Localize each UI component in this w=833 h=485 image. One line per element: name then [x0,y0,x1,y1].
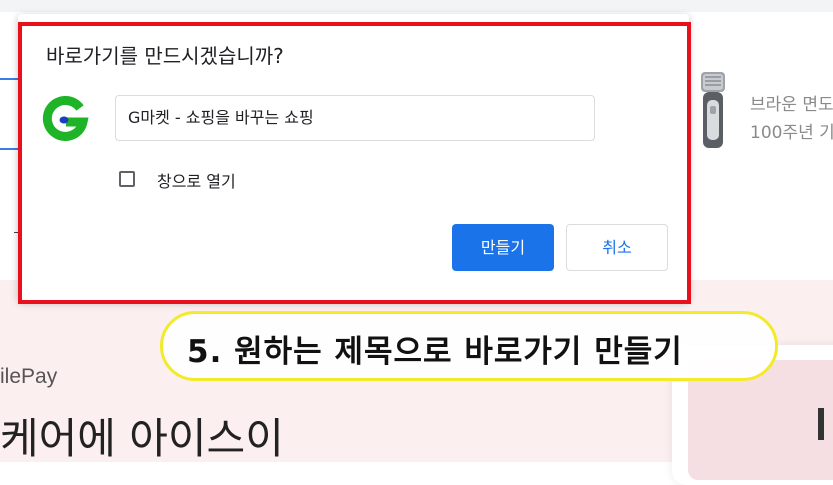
red-highlight-box [18,22,691,304]
browser-top-bar [0,0,833,12]
step-callout-text: 5. 원하는 제목으로 바로가기 만들기 [187,334,683,370]
shaver-product-image[interactable] [697,70,729,150]
product-title-line1[interactable]: 브라운 면도 [750,90,833,115]
pay-brand-label: ilePay [0,365,58,388]
product-title-line2[interactable]: 100주년 기 [750,118,833,143]
banner-headline: 케어에 아이스이 [0,414,284,463]
page-blue-divider [0,148,18,150]
page-blue-divider [0,78,18,80]
banner-card-mark [818,408,824,440]
